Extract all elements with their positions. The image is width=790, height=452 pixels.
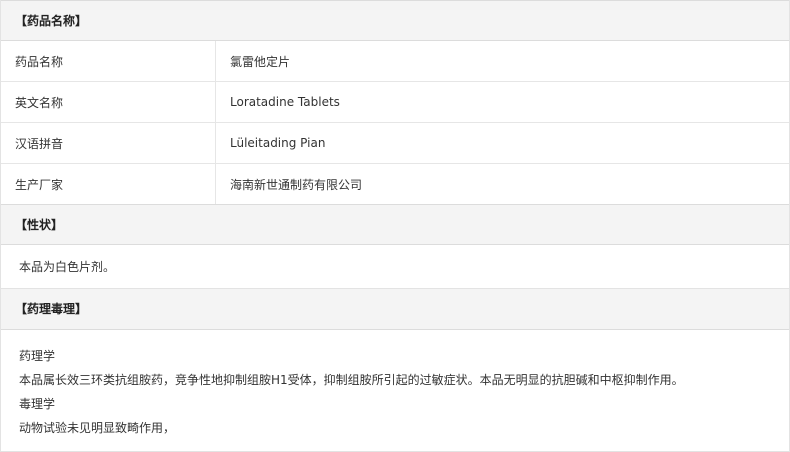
row-value: 海南新世通制药有限公司 bbox=[230, 177, 363, 192]
pharmacology-content: 药理学 本品属长效三环类抗组胺药，竞争性地抑制组胺H1受体，抑制组胺所引起的过敏… bbox=[1, 330, 789, 450]
toxicology-subheading: 毒理学 bbox=[19, 397, 56, 411]
row-value: 氯雷他定片 bbox=[215, 41, 789, 82]
row-label: 汉语拼音 bbox=[1, 122, 216, 164]
pharmacology-text: 本品属长效三环类抗组胺药，竞争性地抑制组胺H1受体，抑制组胺所引起的过敏症状。本… bbox=[19, 373, 684, 387]
row-value: Lüleitading Pian bbox=[215, 122, 789, 164]
drug-name-table: 药品名称 氯雷他定片 英文名称 Loratadine Tablets 汉语拼音 … bbox=[1, 41, 789, 204]
table-row: 药品名称 氯雷他定片 bbox=[1, 41, 789, 82]
character-text: 本品为白色片剂。 bbox=[1, 245, 789, 289]
row-label: 药品名称 bbox=[1, 41, 216, 82]
row-value: Loratadine Tablets bbox=[215, 81, 789, 123]
table-row: 生产厂家 海南新世通制药有限公司 bbox=[1, 163, 789, 204]
section-header-drug-name: 【药品名称】 bbox=[1, 0, 789, 41]
row-label: 生产厂家 bbox=[1, 163, 216, 204]
toxicology-text: 动物试验未见明显致畸作用， bbox=[19, 421, 176, 435]
section-header-pharmacology: 【药理毒理】 bbox=[1, 289, 789, 330]
row-label: 英文名称 bbox=[1, 81, 216, 123]
section-header-character: 【性状】 bbox=[1, 204, 789, 245]
table-row: 英文名称 Loratadine Tablets bbox=[1, 81, 789, 123]
pharmacology-subheading: 药理学 bbox=[19, 349, 56, 363]
drug-info-page: 【药品名称】 药品名称 氯雷他定片 英文名称 Loratadine Tablet… bbox=[0, 0, 790, 452]
table-row: 汉语拼音 Lüleitading Pian bbox=[1, 122, 789, 164]
